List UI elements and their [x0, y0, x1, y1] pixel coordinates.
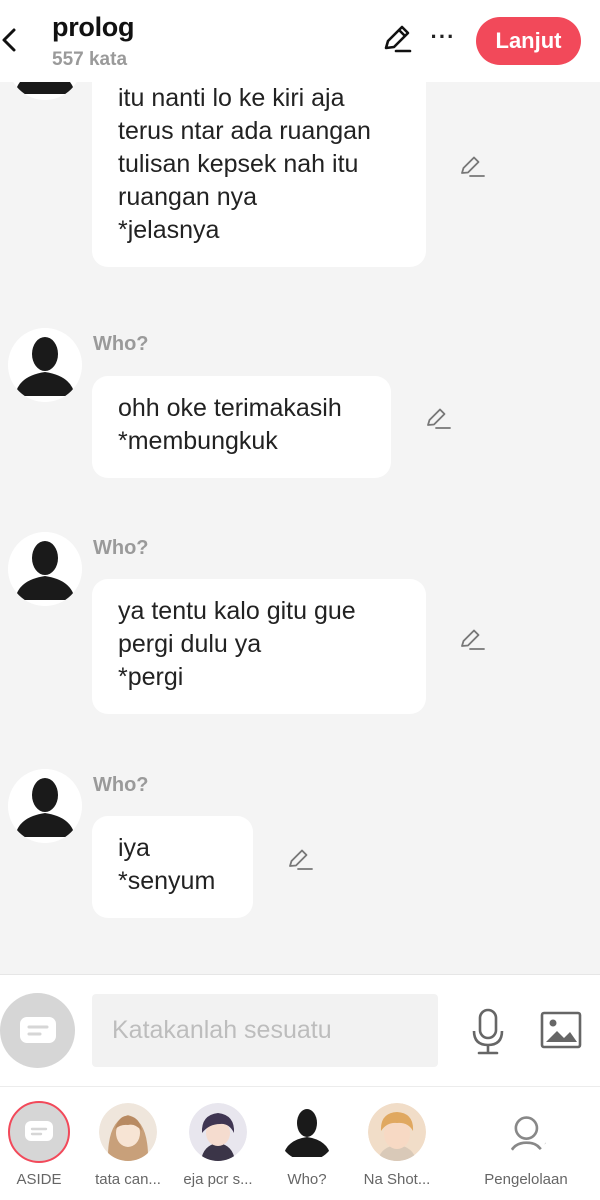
character-who[interactable]: Who? — [257, 1087, 357, 1200]
avatar[interactable] — [8, 532, 82, 606]
character-na[interactable]: Na Shot... — [347, 1087, 447, 1200]
back-icon[interactable] — [0, 22, 24, 58]
chat-bubble-icon — [8, 1101, 70, 1163]
speaker-name: Who? — [93, 333, 149, 355]
microphone-icon[interactable] — [470, 1007, 506, 1057]
avatar[interactable] — [8, 328, 82, 402]
top-bar: prolog 557 kata ··· Lanjut — [0, 0, 600, 82]
edit-message-icon[interactable] — [424, 404, 452, 432]
manage-characters[interactable]: Pengelolaan — [466, 1087, 586, 1200]
message-bubble[interactable]: ohh oke terimakasih *membungkuk — [92, 376, 391, 478]
avatar[interactable] — [8, 82, 82, 100]
speaker-name: Who? — [93, 774, 149, 796]
image-icon[interactable] — [540, 1011, 582, 1049]
character-label: Who? — [287, 1171, 327, 1188]
avatar — [99, 1103, 157, 1161]
avatar — [278, 1103, 336, 1161]
edit-icon[interactable] — [380, 22, 414, 56]
character-bar: ASIDE tata can... eja pcr s... Who? Na S… — [0, 1086, 600, 1200]
message-bubble[interactable]: ya tentu kalo gitu gue pergi dulu ya *pe… — [92, 579, 426, 714]
character-label: Pengelolaan — [484, 1171, 568, 1188]
message-input[interactable] — [92, 994, 438, 1067]
chat-area: itu nanti lo ke kiri aja terus ntar ada … — [0, 82, 600, 974]
settings-user-icon — [504, 1111, 548, 1155]
character-label: tata can... — [95, 1171, 161, 1188]
message-bubble[interactable]: itu nanti lo ke kiri aja terus ntar ada … — [92, 82, 426, 267]
message-composer — [0, 974, 600, 1086]
speaker-name: Who? — [93, 537, 149, 559]
more-icon[interactable]: ··· — [428, 22, 458, 56]
edit-message-icon[interactable] — [458, 152, 486, 180]
avatar[interactable] — [8, 769, 82, 843]
character-eja[interactable]: eja pcr s... — [168, 1087, 268, 1200]
word-count: 557 kata — [52, 49, 128, 70]
character-aside[interactable]: ASIDE — [0, 1087, 89, 1200]
edit-message-icon[interactable] — [286, 845, 314, 873]
avatar — [368, 1103, 426, 1161]
character-label: ASIDE — [16, 1171, 62, 1188]
next-button[interactable]: Lanjut — [476, 17, 581, 65]
message-bubble[interactable]: iya *senyum — [92, 816, 253, 918]
edit-message-icon[interactable] — [458, 625, 486, 653]
character-label: Na Shot... — [363, 1171, 431, 1188]
character-label: eja pcr s... — [183, 1171, 253, 1188]
page-title: prolog — [52, 12, 135, 42]
avatar — [189, 1103, 247, 1161]
chat-bubble-icon[interactable] — [0, 993, 75, 1068]
character-tata[interactable]: tata can... — [78, 1087, 178, 1200]
